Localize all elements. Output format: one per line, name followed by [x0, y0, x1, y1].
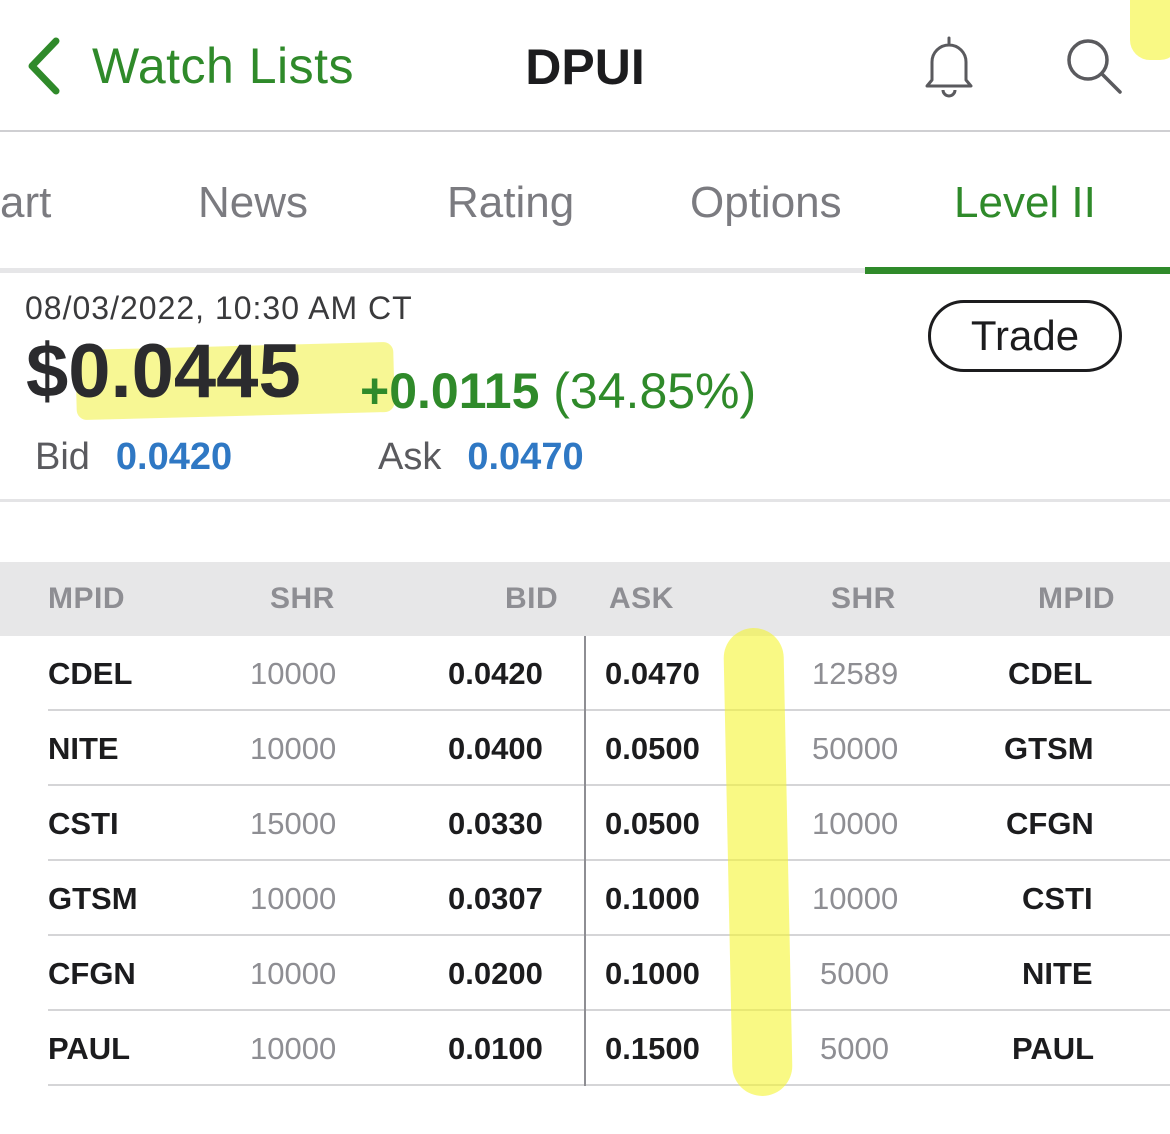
ask-price: 0.0470 — [605, 656, 700, 691]
bid-price: 0.0307 — [448, 881, 543, 916]
bid-shares: 15000 — [250, 806, 337, 841]
alerts-button[interactable] — [920, 34, 978, 98]
table-row: CSTI 15000 0.0330 0.0500 10000 CFGN — [48, 786, 1170, 861]
ask-value: 0.0470 — [467, 436, 584, 478]
ask-mpid: NITE — [1022, 956, 1093, 991]
bid-mpid: CSTI — [48, 806, 119, 841]
ask-price: 0.1500 — [605, 1031, 700, 1066]
bid-shares: 10000 — [250, 956, 337, 991]
ask-mpid: GTSM — [1004, 731, 1094, 766]
quote-summary: 08/03/2022, 10:30 AM CT $0.0445 +0.0115 … — [0, 276, 1170, 502]
trade-button[interactable]: Trade — [928, 300, 1122, 372]
ask-price: 0.1000 — [605, 956, 700, 991]
nav-header: Watch Lists DPUI — [0, 0, 1170, 132]
bid-quote: Bid 0.0420 — [35, 436, 232, 479]
table-row: NITE 10000 0.0400 0.0500 50000 GTSM — [48, 711, 1170, 786]
active-tab-indicator — [865, 267, 1170, 274]
ask-mpid: PAUL — [1012, 1031, 1095, 1066]
quote-timestamp: 08/03/2022, 10:30 AM CT — [25, 290, 413, 326]
chevron-left-icon — [28, 37, 60, 95]
tab-options[interactable]: Options — [690, 178, 842, 228]
ask-shares: 5000 — [820, 1031, 889, 1066]
last-price: $0.0445 — [26, 328, 395, 421]
price-change-value: +0.0115 — [360, 363, 540, 419]
col-bid: BID — [505, 582, 559, 615]
bid-price: 0.0200 — [448, 956, 543, 991]
level2-column-header: MPID SHR BID ASK SHR MPID — [0, 562, 1170, 636]
ask-price: 0.0500 — [605, 806, 700, 841]
bid-mpid: CFGN — [48, 956, 136, 991]
bid-shares: 10000 — [250, 731, 337, 766]
ask-shares: 50000 — [812, 731, 899, 766]
bid-mpid: PAUL — [48, 1031, 131, 1066]
bid-ask-divider — [584, 636, 586, 1086]
col-ask-mpid: MPID — [1038, 582, 1115, 615]
ask-mpid: CDEL — [1008, 656, 1093, 691]
table-row: CFGN 10000 0.0200 0.1000 5000 NITE — [48, 936, 1170, 1011]
ask-quote: Ask 0.0470 — [378, 436, 584, 479]
table-row: CDEL 10000 0.0420 0.0470 12589 CDEL — [48, 636, 1170, 711]
bid-shares: 10000 — [250, 881, 337, 916]
tab-rating[interactable]: Rating — [447, 178, 574, 228]
bid-mpid: NITE — [48, 731, 119, 766]
ask-shares: 10000 — [812, 881, 899, 916]
ask-price: 0.1000 — [605, 881, 700, 916]
col-ask: ASK — [609, 582, 674, 615]
bid-mpid: CDEL — [48, 656, 133, 691]
bid-mpid: GTSM — [48, 881, 138, 916]
back-button[interactable]: Watch Lists — [22, 30, 354, 102]
bid-price: 0.0100 — [448, 1031, 543, 1066]
bid-price: 0.0400 — [448, 731, 543, 766]
tab-news[interactable]: News — [198, 178, 308, 228]
highlighter-mark-corner — [1130, 0, 1170, 60]
bid-value: 0.0420 — [115, 436, 233, 478]
ask-label: Ask — [378, 436, 442, 478]
col-bid-mpid: MPID — [48, 582, 125, 615]
search-button[interactable] — [1062, 34, 1126, 98]
ask-shares: 10000 — [812, 806, 899, 841]
bid-shares: 10000 — [250, 656, 337, 691]
price-change: +0.0115 (34.85%) — [360, 362, 756, 420]
bid-price: 0.0420 — [448, 656, 543, 691]
last-price-value: $0.0445 — [26, 329, 301, 414]
page-title: DPUI — [525, 39, 645, 95]
bid-shares: 10000 — [250, 1031, 337, 1066]
col-ask-shr: SHR — [831, 582, 896, 615]
price-change-percent: (34.85%) — [553, 363, 757, 419]
ask-mpid: CFGN — [1006, 806, 1094, 841]
table-row: GTSM 10000 0.0307 0.1000 10000 CSTI — [48, 861, 1170, 936]
highlighter-mark-ask-shares — [723, 627, 793, 1097]
bid-label: Bid — [35, 436, 90, 478]
table-row: PAUL 10000 0.0100 0.1500 5000 PAUL — [48, 1011, 1170, 1086]
bid-price: 0.0330 — [448, 806, 543, 841]
ask-mpid: CSTI — [1022, 881, 1093, 916]
ask-shares: 12589 — [812, 656, 899, 691]
tab-chart[interactable]: art — [0, 178, 51, 228]
ask-shares: 5000 — [820, 956, 889, 991]
tab-bar: art News Rating Options Level II — [0, 134, 1170, 276]
search-icon — [1067, 39, 1122, 94]
tab-level-ii[interactable]: Level II — [954, 178, 1096, 228]
col-bid-shr: SHR — [270, 582, 335, 615]
bell-icon — [925, 36, 973, 98]
back-label: Watch Lists — [92, 38, 355, 94]
ask-price: 0.0500 — [605, 731, 700, 766]
